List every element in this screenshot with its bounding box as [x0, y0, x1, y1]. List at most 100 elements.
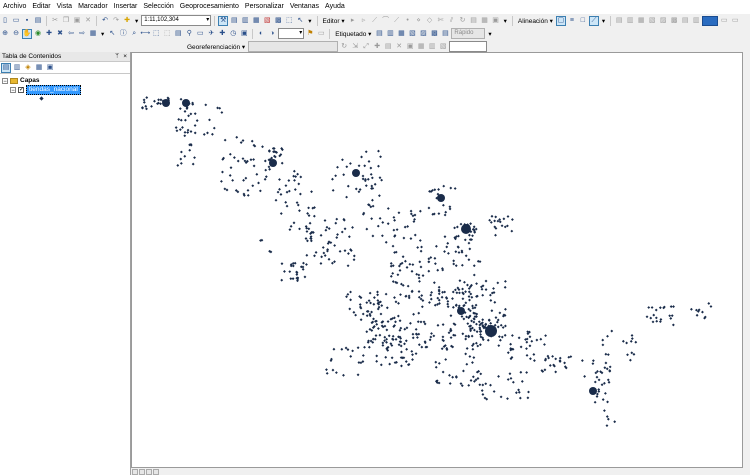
select-elements-icon[interactable]: ↖ — [107, 29, 117, 39]
effects-layer-combo[interactable]: ▾ — [278, 28, 305, 39]
add-data-dropdown-icon[interactable]: ▾ — [133, 17, 140, 25]
measure-icon[interactable]: ⟷ — [140, 29, 150, 39]
edit-tool-icon[interactable]: ▸ — [348, 16, 358, 26]
labeling-menu[interactable]: Etiquetado ▾ — [333, 30, 373, 38]
go-forward-icon[interactable]: ⇨ — [77, 29, 87, 39]
rotate-raster-icon[interactable]: ↻ — [339, 42, 349, 52]
attributes-icon[interactable]: ▤ — [469, 16, 479, 26]
bookmark-dropdown-icon[interactable]: ▾ — [99, 30, 106, 38]
layout-north-icon[interactable]: ▥ — [691, 16, 701, 26]
update-georef-icon[interactable]: ▧ — [438, 42, 448, 52]
layout-view-button[interactable] — [139, 468, 145, 475]
find-route-icon[interactable]: ✈ — [206, 29, 216, 39]
alignment-overflow-icon[interactable]: ▾ — [600, 17, 607, 25]
edit-annotation-icon[interactable]: ▹ — [359, 16, 369, 26]
go-to-xy-icon[interactable]: ✚ — [217, 29, 227, 39]
alignment-menu[interactable]: Alineación ▾ — [516, 17, 555, 25]
fixed-zoom-out-icon[interactable]: ✖ — [55, 29, 65, 39]
save-icon[interactable]: ▪ — [22, 16, 32, 26]
layer-label[interactable]: tiendas_nacional — [26, 84, 81, 95]
georef-layer-combo[interactable] — [248, 41, 339, 52]
zoom-in-icon[interactable]: ⊕ — [0, 29, 10, 39]
create-viewer-icon[interactable]: ▣ — [239, 29, 249, 39]
menu-editar[interactable]: Editar — [29, 0, 53, 14]
open-folder-icon[interactable]: ▭ — [11, 16, 21, 26]
reshape-icon[interactable]: ◇ — [425, 16, 435, 26]
align-distribute-icon[interactable]: ≡ — [567, 16, 577, 26]
list-by-visibility-icon[interactable]: ◈ — [23, 63, 33, 73]
cut-polygons-icon[interactable]: ✄ — [436, 16, 446, 26]
paste-icon[interactable]: ▣ — [72, 16, 82, 26]
layout-table-icon[interactable]: ▨ — [658, 16, 668, 26]
search-window-icon[interactable]: ▦ — [251, 16, 261, 26]
map-canvas[interactable] — [132, 53, 742, 467]
fill-color-icon[interactable]: ▭ — [719, 16, 729, 26]
time-slider-icon[interactable]: ◷ — [228, 29, 238, 39]
label-manager-tool-icon[interactable]: ▤ — [374, 29, 384, 39]
help-pointer-icon[interactable]: ↖ — [295, 16, 305, 26]
refresh-view-button[interactable] — [146, 468, 152, 475]
layout-grid-icon[interactable]: ▧ — [647, 16, 657, 26]
python-window-icon[interactable]: ▩ — [273, 16, 283, 26]
convert-labels-icon[interactable]: ▤ — [440, 29, 450, 39]
labeling-mode-combo[interactable]: Rápido — [451, 28, 486, 39]
go-back-icon[interactable]: ⇦ — [66, 29, 76, 39]
add-control-points-icon[interactable]: ✚ — [372, 42, 382, 52]
shift-raster-icon[interactable]: ⇲ — [350, 42, 360, 52]
arctoolbox-icon[interactable]: ▧ — [262, 16, 272, 26]
layout-legend-icon[interactable]: ▩ — [669, 16, 679, 26]
menu-vista[interactable]: Vista — [54, 0, 75, 14]
edit-vertices-icon[interactable]: ⋄ — [414, 16, 424, 26]
scale-raster-icon[interactable]: ⤢ — [361, 42, 371, 52]
delete-icon[interactable]: ✕ — [83, 16, 93, 26]
hyperlink-icon[interactable]: ⚲ — [184, 29, 194, 39]
menu-geoprocesamiento[interactable]: Geoprocesamiento — [177, 0, 242, 14]
align-snap-icon[interactable]: ⟋ — [588, 15, 599, 26]
editor-overflow-icon[interactable]: ▾ — [502, 17, 509, 25]
copy-icon[interactable]: ❐ — [61, 16, 71, 26]
horizontal-scrollbar[interactable] — [131, 468, 743, 475]
draw-icon[interactable]: ▤ — [614, 16, 624, 26]
auto-register-icon[interactable]: ▦ — [416, 42, 426, 52]
vertical-scrollbar[interactable] — [743, 52, 750, 468]
point-icon[interactable]: • — [403, 16, 413, 26]
menu-ayuda[interactable]: Ayuda — [322, 0, 348, 14]
view-link-table-icon[interactable]: ▤ — [383, 42, 393, 52]
label-priority-icon[interactable]: ▩ — [429, 29, 439, 39]
flag-icon[interactable]: ⚑ — [305, 29, 315, 39]
label-weight-icon[interactable]: ▥ — [385, 29, 395, 39]
labeling-overflow-icon[interactable]: ▾ — [486, 30, 493, 38]
undo-icon[interactable]: ↶ — [100, 16, 110, 26]
sketch-properties-icon[interactable]: ▦ — [480, 16, 490, 26]
find-icon[interactable]: ⌕ — [129, 29, 139, 39]
rotate-icon[interactable]: ↻ — [458, 16, 468, 26]
swipe-icon[interactable]: ◐ — [256, 29, 266, 39]
map-view[interactable] — [131, 52, 743, 468]
scale-combo[interactable]: 1:11,102,304 ▾ — [141, 15, 212, 26]
lock-labels-icon[interactable]: ▦ — [396, 29, 406, 39]
add-data-icon[interactable]: ✚ — [122, 16, 132, 26]
table-of-contents-icon[interactable]: ▤ — [229, 16, 239, 26]
clear-selection-icon[interactable]: ⬚ — [162, 29, 172, 39]
bookmark-icon[interactable]: ▦ — [88, 29, 98, 39]
layer-visibility-checkbox[interactable]: ✓ — [18, 86, 24, 93]
collapse-icon[interactable]: − — [2, 77, 8, 85]
align-box-icon[interactable]: □ — [578, 16, 588, 26]
color-swatch[interactable] — [702, 15, 719, 26]
html-popup-icon[interactable]: ▭ — [195, 29, 205, 39]
menu-seleccion[interactable]: Selección — [140, 0, 176, 14]
endpoint-arc-icon[interactable]: ⌒ — [381, 16, 391, 26]
cut-icon[interactable]: ✂ — [50, 16, 60, 26]
menu-insertar[interactable]: Insertar — [111, 0, 141, 14]
list-by-selection-icon[interactable]: ▦ — [34, 63, 44, 73]
catalog-icon[interactable]: ▥ — [240, 16, 250, 26]
select-by-attributes-icon[interactable]: ▤ — [173, 29, 183, 39]
data-view-button[interactable] — [132, 468, 138, 475]
layout-frame-icon[interactable]: ▦ — [636, 16, 646, 26]
effects-icon[interactable]: ◑ — [267, 29, 277, 39]
pan-icon[interactable]: ✋ — [22, 28, 32, 39]
model-builder-icon[interactable]: ⬚ — [284, 16, 294, 26]
toc-options-icon[interactable]: ▣ — [45, 63, 55, 73]
trace-icon[interactable]: ⟋ — [392, 16, 402, 26]
editor-menu[interactable]: Editor ▾ — [321, 17, 347, 25]
